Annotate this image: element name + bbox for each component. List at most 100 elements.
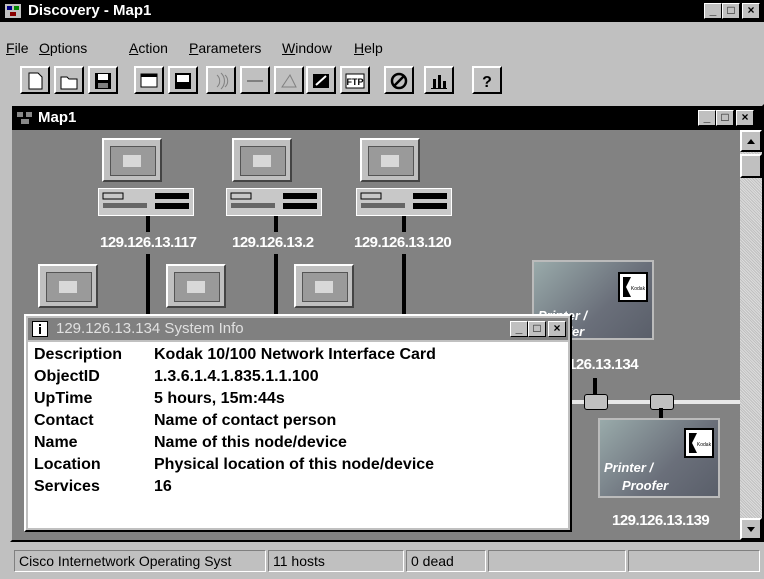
- map-close-button[interactable]: ×: [736, 110, 754, 126]
- menu-file-rest: ile: [14, 40, 29, 56]
- printer-proofer-icon[interactable]: Kodak Printer / Proofer: [598, 418, 720, 498]
- info-icon[interactable]: [32, 321, 48, 337]
- ftp-label: FTP: [347, 77, 364, 87]
- hub-ip-label: 129.126.13.117: [100, 234, 197, 251]
- map-window-icon[interactable]: [16, 110, 34, 126]
- scroll-thumb[interactable]: [740, 154, 762, 178]
- info-key: Description: [34, 346, 123, 363]
- map-minimize-button[interactable]: _: [698, 110, 716, 126]
- minimize-button[interactable]: _: [704, 3, 722, 19]
- dialog-title-bar[interactable]: 129.126.13.134 System Info _ □ ×: [28, 318, 568, 340]
- tap-connector[interactable]: [584, 394, 608, 410]
- menu-bar: File Options Action Parameters Window He…: [0, 36, 764, 58]
- map-title-bar[interactable]: Map1 _ □ ×: [12, 106, 762, 130]
- workstation-icon[interactable]: [166, 264, 226, 308]
- stop-icon[interactable]: [384, 66, 414, 94]
- link-line: [402, 254, 406, 320]
- toolbar: FTP ?: [0, 64, 764, 98]
- ftp-icon[interactable]: FTP: [340, 66, 370, 94]
- status-system: Cisco Internetwork Operating Syst: [14, 550, 266, 572]
- ping-icon[interactable]: [206, 66, 236, 94]
- map-maximize-button[interactable]: □: [716, 110, 734, 126]
- window-title: Discovery - Map1: [28, 2, 152, 19]
- save-icon[interactable]: [88, 66, 118, 94]
- new-icon[interactable]: [20, 66, 50, 94]
- info-row: UpTime 5 hours, 15m:44s: [34, 390, 285, 408]
- menu-action[interactable]: Action: [129, 40, 168, 56]
- status-dead: 0 dead: [406, 550, 486, 572]
- trace-icon[interactable]: [240, 66, 270, 94]
- dialog-minimize-button[interactable]: _: [510, 321, 528, 337]
- maximize-icon: □: [721, 110, 729, 124]
- minimize-icon: _: [703, 110, 711, 124]
- help-label: ?: [482, 74, 492, 91]
- info-row: ObjectID 1.3.6.1.4.1.835.1.1.100: [34, 368, 319, 386]
- menu-action-rest: ction: [138, 40, 168, 56]
- statistics-icon[interactable]: [424, 66, 454, 94]
- system-info-dialog[interactable]: 129.126.13.134 System Info _ □ × Descrip…: [24, 314, 572, 532]
- hub-icon[interactable]: [356, 188, 452, 216]
- link-line: [274, 216, 278, 232]
- telnet-icon[interactable]: [274, 66, 304, 94]
- network-backbone: [552, 400, 740, 404]
- status-empty-cell: [488, 550, 626, 572]
- hub-icon[interactable]: [226, 188, 322, 216]
- link-line: [274, 254, 278, 320]
- map-title: Map1: [38, 109, 77, 126]
- workstation-icon[interactable]: [102, 138, 162, 182]
- ip-display-icon[interactable]: [168, 66, 198, 94]
- maximize-button[interactable]: □: [722, 3, 740, 19]
- workstation-icon[interactable]: [38, 264, 98, 308]
- minimize-icon: _: [515, 321, 523, 335]
- minimize-icon: _: [709, 3, 717, 17]
- menu-help-rest: elp: [364, 40, 383, 56]
- menu-parameters-rest: arameters: [198, 40, 262, 56]
- status-empty-cell: [628, 550, 760, 572]
- close-icon: ×: [747, 3, 755, 17]
- info-value: 5 hours, 15m:44s: [154, 390, 285, 407]
- status-bar: Cisco Internetwork Operating Syst 11 hos…: [10, 548, 764, 574]
- workstation-icon[interactable]: [232, 138, 292, 182]
- info-value: 16: [154, 478, 172, 495]
- menu-help[interactable]: Help: [354, 40, 383, 56]
- maximize-icon: □: [533, 321, 541, 335]
- info-value: 1.3.6.1.4.1.835.1.1.100: [154, 368, 319, 385]
- link-line: [146, 254, 150, 320]
- dialog-close-button[interactable]: ×: [548, 321, 566, 337]
- kodak-logo-icon: Kodak: [684, 428, 714, 458]
- menu-parameters[interactable]: Parameters: [189, 40, 261, 56]
- close-button[interactable]: ×: [742, 3, 760, 19]
- main-title-bar[interactable]: Discovery - Map1 _ □ ×: [0, 0, 764, 22]
- link-line: [402, 216, 406, 232]
- scroll-up-button[interactable]: [740, 130, 762, 152]
- menu-options[interactable]: Options: [39, 40, 87, 56]
- menu-window[interactable]: Window: [282, 40, 332, 56]
- info-row: Services 16: [34, 478, 172, 496]
- menu-window-rest: indow: [295, 40, 332, 56]
- menu-file[interactable]: File: [6, 40, 29, 56]
- printer-ip-label: 126.13.134: [568, 356, 639, 373]
- network-map-icon[interactable]: [4, 3, 22, 19]
- link-line: [593, 378, 597, 394]
- info-key: Name: [34, 434, 78, 451]
- snmp-icon[interactable]: [306, 66, 336, 94]
- help-icon[interactable]: ?: [472, 66, 502, 94]
- kodak-logo-text: Kodak: [697, 442, 712, 448]
- info-key: Services: [34, 478, 100, 495]
- info-value: Name of this node/device: [154, 434, 347, 451]
- workstation-icon[interactable]: [360, 138, 420, 182]
- hub-ip-label: 129.126.13.2: [232, 234, 314, 251]
- scroll-down-button[interactable]: [740, 518, 762, 540]
- workstation-icon[interactable]: [294, 264, 354, 308]
- info-value: Kodak 10/100 Network Interface Card: [154, 346, 436, 363]
- info-value: Name of contact person: [154, 412, 337, 429]
- info-key: UpTime: [34, 390, 93, 407]
- vertical-scrollbar[interactable]: [740, 130, 762, 540]
- info-key: Location: [34, 456, 101, 473]
- info-key: ObjectID: [34, 368, 100, 385]
- open-icon[interactable]: [54, 66, 84, 94]
- kodak-logo-text: Kodak: [631, 286, 646, 292]
- properties-icon[interactable]: [134, 66, 164, 94]
- hub-icon[interactable]: [98, 188, 194, 216]
- dialog-maximize-button[interactable]: □: [528, 321, 546, 337]
